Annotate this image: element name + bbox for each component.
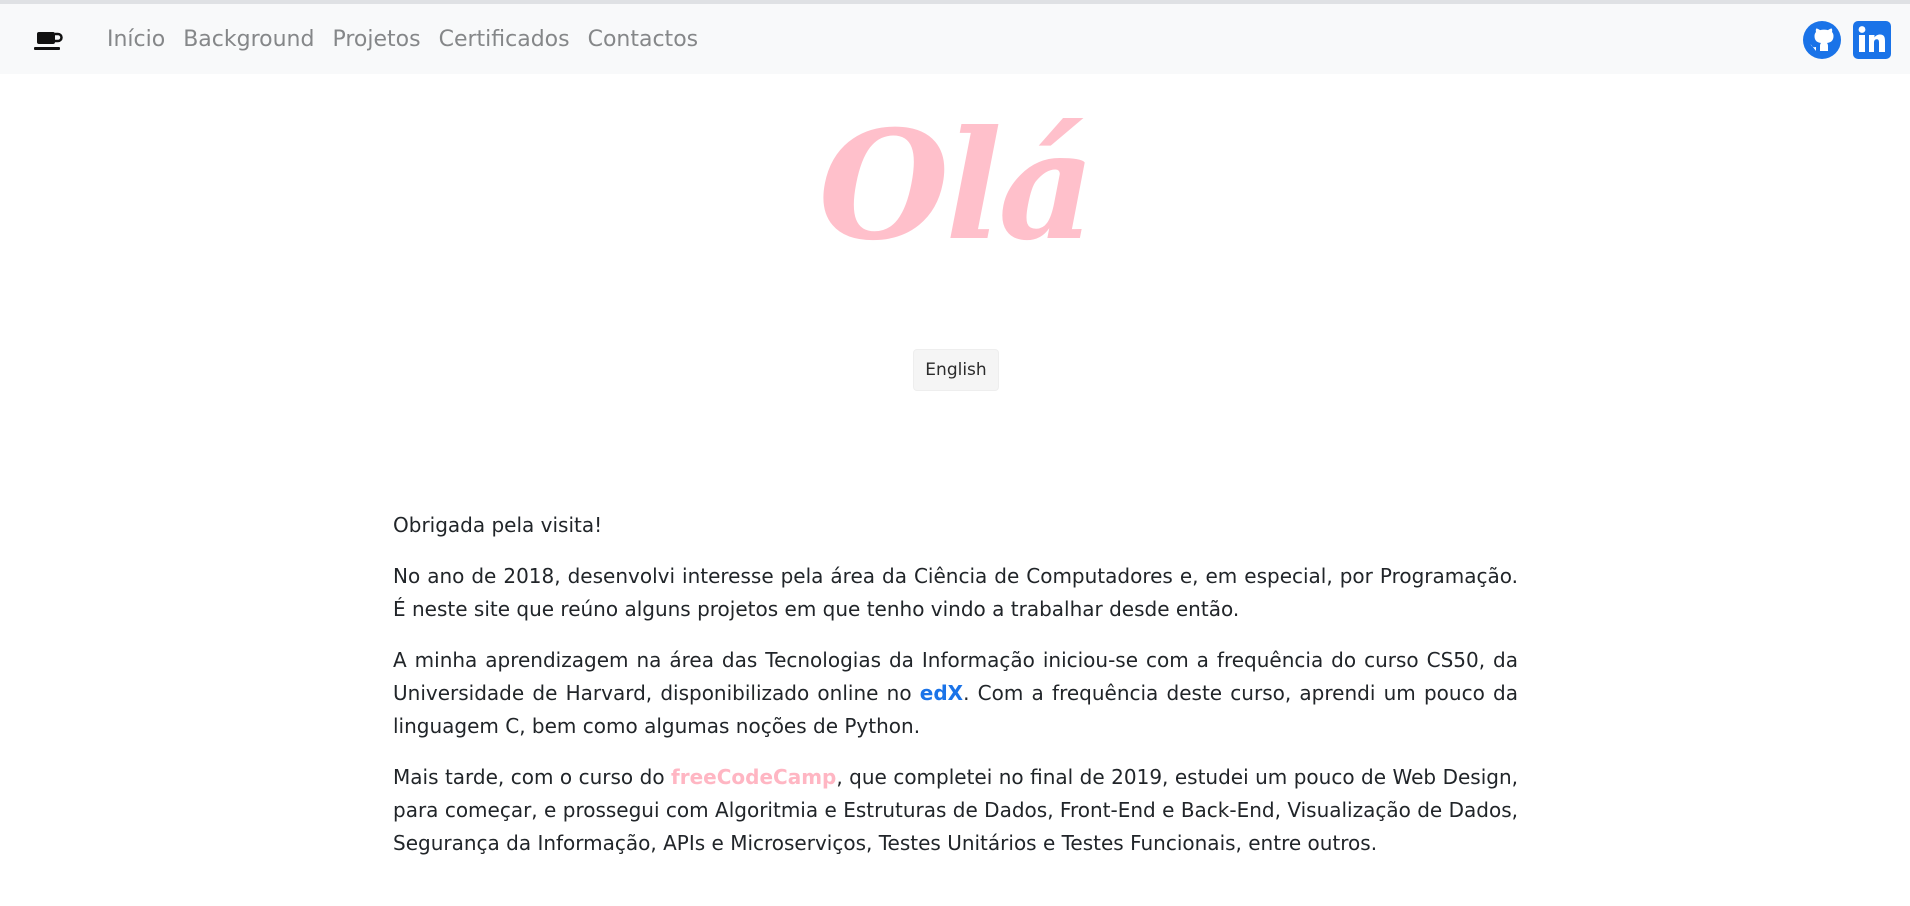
nav-link-projetos[interactable]: Projetos [332, 27, 420, 52]
about-content: Obrigada pela visita! No ano de 2018, de… [393, 509, 1518, 878]
hero-title: Olá [818, 98, 1096, 274]
freecodecamp-paragraph: Mais tarde, com o curso do freeCodeCamp,… [393, 761, 1518, 860]
hero: Olá [800, 96, 1110, 276]
intro-paragraph: Obrigada pela visita! [393, 513, 603, 537]
freecodecamp-link[interactable]: freeCodeCamp [671, 765, 836, 789]
nav-link-certificados[interactable]: Certificados [439, 27, 570, 52]
nav-link-contactos[interactable]: Contactos [588, 27, 699, 52]
linkedin-icon[interactable] [1852, 20, 1892, 60]
nav-links: Início Background Projetos Certificados … [107, 4, 716, 74]
nav-link-inicio[interactable]: Início [107, 27, 165, 52]
nav-link-background[interactable]: Background [183, 27, 314, 52]
language-toggle-button[interactable]: English [913, 349, 999, 391]
interest-paragraph: No ano de 2018, desenvolvi interesse pel… [393, 564, 1518, 621]
edx-link[interactable]: edX [920, 681, 963, 705]
github-icon[interactable] [1802, 20, 1842, 60]
navbar: Início Background Projetos Certificados … [0, 4, 1910, 74]
coffee-cup-icon[interactable] [34, 30, 64, 52]
learning-paragraph: A minha aprendizagem na área das Tecnolo… [393, 644, 1518, 743]
fcc-text-before: Mais tarde, com o curso do [393, 765, 672, 789]
